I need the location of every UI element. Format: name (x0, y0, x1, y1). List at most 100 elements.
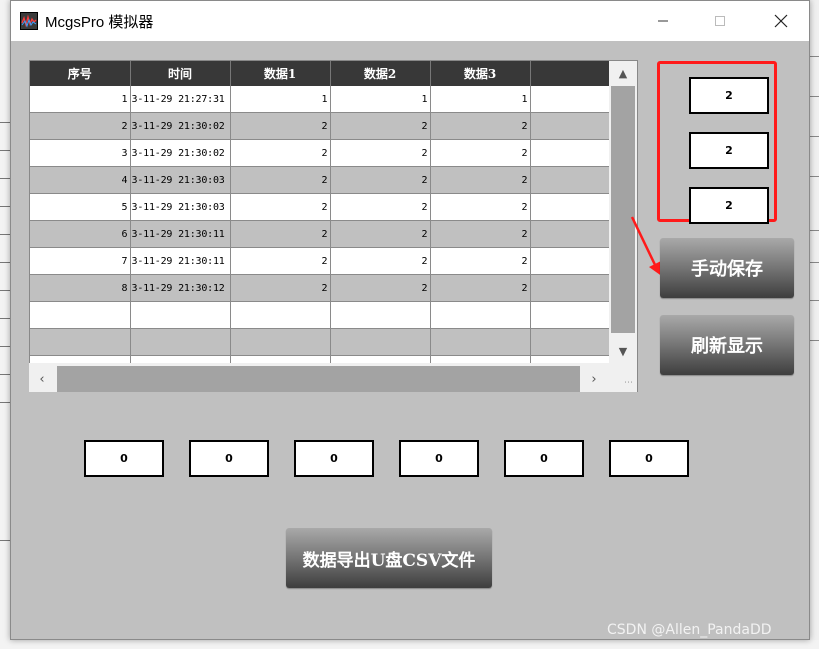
cell-data3: 2 (430, 274, 531, 302)
cell-index (30, 301, 131, 329)
cell-data1 (230, 328, 331, 356)
vertical-scroll-thumb[interactable] (611, 86, 635, 333)
refresh-display-button[interactable]: 刷新显示 (660, 315, 794, 375)
bottom-value-5[interactable]: 0 (504, 440, 584, 477)
cell-data3: 2 (430, 139, 531, 167)
window-title: McgsPro 模拟器 (45, 14, 154, 31)
header-index[interactable]: 序号 (30, 61, 131, 86)
cell-index: 3 (30, 139, 131, 167)
cell-data1: 2 (230, 139, 331, 167)
cell-data1 (230, 301, 331, 329)
close-icon (774, 14, 788, 28)
current-value-3[interactable]: 2 (689, 187, 769, 224)
maximize-icon (715, 16, 725, 26)
cell-data3: 2 (430, 220, 531, 248)
table-row[interactable]: 7 3-11-29 21:30:11 2 2 2 (30, 247, 610, 275)
resize-grip-icon: ⋯ (609, 363, 637, 392)
cell-time: 3-11-29 21:30:02 (130, 139, 231, 167)
bottom-value-2[interactable]: 0 (189, 440, 269, 477)
cell-data2: 2 (330, 166, 431, 194)
cell-data2: 2 (330, 139, 431, 167)
cell-data2: 2 (330, 193, 431, 221)
title-bar[interactable]: McgsPro 模拟器 (11, 1, 809, 41)
cell-data3 (430, 328, 531, 356)
simulator-window: McgsPro 模拟器 序号 时间 数据1 数据2 数据3 1 3-11-29 … (10, 0, 810, 640)
scroll-right-icon[interactable]: › (581, 366, 607, 392)
header-data2[interactable]: 数据2 (330, 61, 431, 86)
horizontal-scroll-thumb[interactable] (57, 366, 580, 392)
current-value-1[interactable]: 2 (689, 77, 769, 114)
header-time[interactable]: 时间 (130, 61, 231, 86)
cell-time: 3-11-29 21:30:11 (130, 247, 231, 275)
table-cell-filler (530, 220, 610, 248)
scroll-left-icon[interactable]: ‹ (29, 366, 55, 392)
cell-data2 (330, 328, 431, 356)
table-cell-filler (530, 193, 610, 221)
cell-time: 3-11-29 21:30:03 (130, 166, 231, 194)
background-window-bottom (0, 640, 819, 649)
background-window-right (809, 0, 819, 649)
bottom-value-4[interactable]: 0 (399, 440, 479, 477)
manual-save-button[interactable]: 手动保存 (660, 238, 794, 298)
scroll-up-icon[interactable]: ▲ (609, 61, 637, 85)
minimize-button[interactable] (640, 1, 686, 41)
scroll-down-icon[interactable]: ▼ (609, 339, 637, 363)
cell-index: 6 (30, 220, 131, 248)
maximize-button[interactable] (697, 1, 743, 41)
cell-data2: 1 (330, 86, 431, 113)
table-row[interactable]: 8 3-11-29 21:30:12 2 2 2 (30, 274, 610, 302)
watermark: CSDN @Allen_PandaDD (607, 622, 772, 638)
cell-index: 8 (30, 274, 131, 302)
bottom-value-1[interactable]: 0 (84, 440, 164, 477)
cell-index: 7 (30, 247, 131, 275)
cell-time (130, 328, 231, 356)
table-row[interactable]: 4 3-11-29 21:30:03 2 2 2 (30, 166, 610, 194)
header-data3[interactable]: 数据3 (430, 61, 531, 86)
cell-data3: 2 (430, 112, 531, 140)
cell-data2: 2 (330, 220, 431, 248)
header-filler (530, 61, 611, 86)
cell-data1: 2 (230, 193, 331, 221)
cell-data1: 2 (230, 112, 331, 140)
table-row[interactable] (30, 328, 610, 356)
table-row[interactable]: 6 3-11-29 21:30:11 2 2 2 (30, 220, 610, 248)
cell-index: 1 (30, 86, 131, 113)
table-row[interactable]: 5 3-11-29 21:30:03 2 2 2 (30, 193, 610, 221)
table-row[interactable]: 3 3-11-29 21:30:02 2 2 2 (30, 139, 610, 167)
table-cell-filler (530, 166, 610, 194)
bottom-value-6[interactable]: 0 (609, 440, 689, 477)
cell-time: 3-11-29 21:30:12 (130, 274, 231, 302)
cell-data3 (430, 301, 531, 329)
horizontal-scrollbar[interactable]: ‹ › (29, 363, 609, 392)
close-button[interactable] (758, 1, 804, 41)
header-data1[interactable]: 数据1 (230, 61, 331, 86)
cell-index: 4 (30, 166, 131, 194)
simulator-screen: 序号 时间 数据1 数据2 数据3 1 3-11-29 21:27:31 1 1 1 2 3… (11, 41, 809, 639)
table-row[interactable] (30, 301, 610, 329)
record-grid: 序号 时间 数据1 数据2 数据3 1 3-11-29 21:27:31 1 1 1 2 3… (30, 61, 611, 383)
minimize-icon (658, 20, 668, 22)
table-header-row: 序号 时间 数据1 数据2 数据3 (30, 61, 611, 86)
export-csv-button[interactable]: 数据导出U盘CSV文件 (286, 528, 492, 588)
vertical-scrollbar[interactable]: ▲ ▼ (609, 61, 637, 363)
app-icon (20, 12, 38, 30)
cell-data1: 2 (230, 220, 331, 248)
table-row[interactable]: 1 3-11-29 21:27:31 1 1 1 (30, 86, 610, 113)
bottom-value-3[interactable]: 0 (294, 440, 374, 477)
cell-data2 (330, 301, 431, 329)
cell-time: 3-11-29 21:30:03 (130, 193, 231, 221)
table-row[interactable]: 2 3-11-29 21:30:02 2 2 2 (30, 112, 610, 140)
cell-data2: 2 (330, 274, 431, 302)
cell-data2: 2 (330, 247, 431, 275)
cell-data3: 1 (430, 86, 531, 113)
cell-data2: 2 (330, 112, 431, 140)
cell-index (30, 328, 131, 356)
cell-data3: 2 (430, 247, 531, 275)
table-cell-filler (530, 247, 610, 275)
cell-data3: 2 (430, 166, 531, 194)
current-value-2[interactable]: 2 (689, 132, 769, 169)
cell-time: 3-11-29 21:30:11 (130, 220, 231, 248)
data-table: 序号 时间 数据1 数据2 数据3 1 3-11-29 21:27:31 1 1 1 2 3… (29, 60, 638, 392)
cell-data1: 2 (230, 247, 331, 275)
cell-time: 3-11-29 21:30:02 (130, 112, 231, 140)
